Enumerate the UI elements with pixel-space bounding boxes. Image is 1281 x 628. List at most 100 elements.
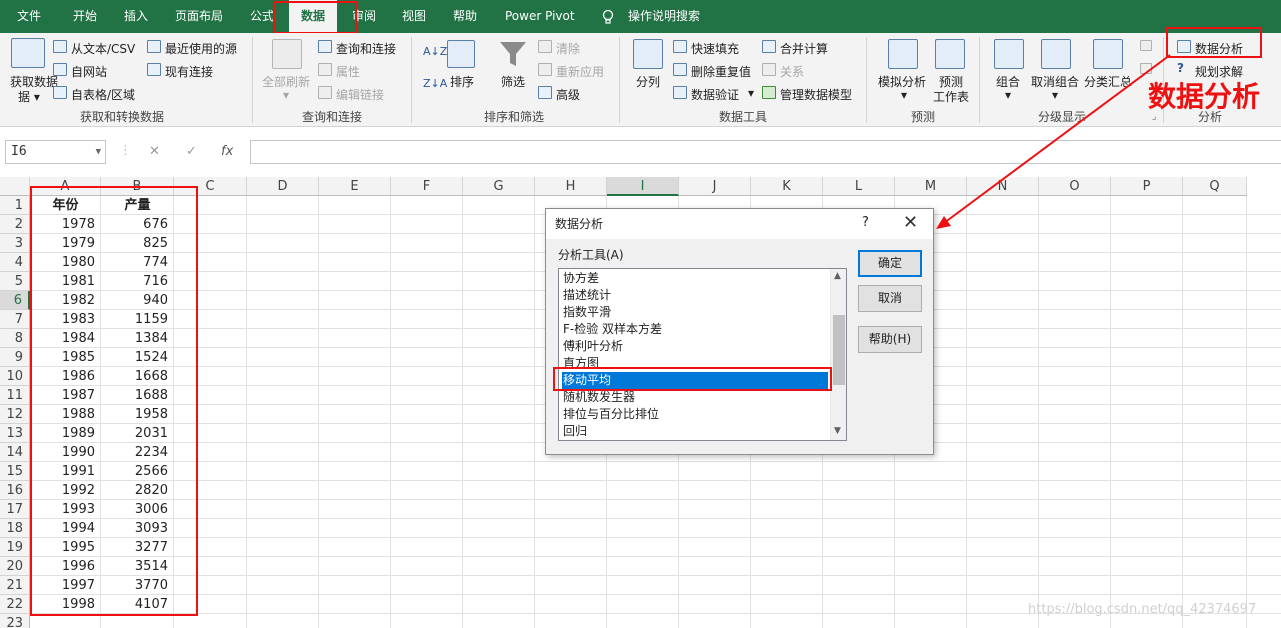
cell-year[interactable]: 1978 [30, 215, 101, 234]
show-detail-icon[interactable] [1140, 40, 1152, 51]
cell-year[interactable]: 1990 [30, 443, 101, 462]
row-header-4[interactable]: 4 [0, 253, 30, 272]
cell-year[interactable]: 1986 [30, 367, 101, 386]
row-header-8[interactable]: 8 [0, 329, 30, 348]
cell-year[interactable]: 1997 [30, 576, 101, 595]
column-header-f[interactable]: F [391, 177, 463, 196]
row-header-7[interactable]: 7 [0, 310, 30, 329]
column-header-g[interactable]: G [463, 177, 535, 196]
column-header-p[interactable]: P [1111, 177, 1183, 196]
column-header-i[interactable]: I [607, 177, 679, 196]
tab-file[interactable]: 文件 [17, 0, 41, 33]
cell-year[interactable]: 1989 [30, 424, 101, 443]
row-header-23[interactable]: 23 [0, 614, 30, 628]
ok-button[interactable]: 确定 [858, 250, 922, 277]
column-header-o[interactable]: O [1039, 177, 1111, 196]
list-item[interactable]: 排位与百分比排位 [562, 406, 828, 423]
row-header-15[interactable]: 15 [0, 462, 30, 481]
cell-output[interactable]: 1688 [101, 386, 174, 405]
tab-view[interactable]: 视图 [402, 0, 426, 33]
sort-desc-icon[interactable]: Z↓A [423, 77, 447, 90]
cell-output[interactable]: 2234 [101, 443, 174, 462]
row-header-18[interactable]: 18 [0, 519, 30, 538]
cell-output[interactable]: 3277 [101, 538, 174, 557]
row-header-12[interactable]: 12 [0, 405, 30, 424]
cell-output[interactable]: 3514 [101, 557, 174, 576]
cell-year[interactable]: 1988 [30, 405, 101, 424]
from-text-csv-button[interactable]: 从文本/CSV [71, 40, 135, 57]
row-header-11[interactable]: 11 [0, 386, 30, 405]
row-header-6[interactable]: 6 [0, 291, 30, 310]
from-web-button[interactable]: 自网站 [71, 63, 107, 80]
cell-output[interactable]: 716 [101, 272, 174, 291]
cell-output[interactable]: 3093 [101, 519, 174, 538]
clear-filter-button[interactable]: 清除 [556, 40, 580, 57]
cell-output[interactable]: 940 [101, 291, 174, 310]
column-header-l[interactable]: L [823, 177, 895, 196]
column-header-b[interactable]: B [101, 177, 174, 196]
sort-asc-icon[interactable]: A↓Z [423, 45, 447, 58]
cell-output[interactable]: 2820 [101, 481, 174, 500]
cancel-icon[interactable]: ✕ [149, 144, 160, 159]
column-header-k[interactable]: K [751, 177, 823, 196]
cell-output[interactable]: 3006 [101, 500, 174, 519]
cell-output[interactable]: 1958 [101, 405, 174, 424]
column-header-d[interactable]: D [247, 177, 319, 196]
cell-output[interactable]: 825 [101, 234, 174, 253]
column-header-h[interactable]: H [535, 177, 607, 196]
text-to-columns-button[interactable]: 分列 [636, 73, 660, 90]
scroll-thumb[interactable] [833, 315, 845, 385]
relationships-button[interactable]: 关系 [780, 63, 804, 80]
cell-output[interactable]: 1384 [101, 329, 174, 348]
row-header-20[interactable]: 20 [0, 557, 30, 576]
scroll-down-icon[interactable]: ▼ [834, 426, 841, 436]
manage-data-model-button[interactable]: 管理数据模型 [780, 86, 852, 103]
cell-year[interactable]: 1982 [30, 291, 101, 310]
list-item[interactable]: 傅利叶分析 [562, 338, 828, 355]
data-validation-button[interactable]: 数据验证 [691, 86, 739, 103]
validation-dropdown-icon[interactable]: ▾ [748, 86, 754, 100]
list-item[interactable]: 协方差 [562, 270, 828, 287]
column-header-c[interactable]: C [174, 177, 247, 196]
remove-duplicates-button[interactable]: 删除重复值 [691, 63, 751, 80]
tab-insert[interactable]: 插入 [124, 0, 148, 33]
reapply-button[interactable]: 重新应用 [556, 63, 604, 80]
column-header-a[interactable]: A [30, 177, 101, 196]
column-header-m[interactable]: M [895, 177, 967, 196]
existing-connections-button[interactable]: 现有连接 [165, 63, 213, 80]
cell-output[interactable]: 1159 [101, 310, 174, 329]
row-header-13[interactable]: 13 [0, 424, 30, 443]
cell-output[interactable]: 1668 [101, 367, 174, 386]
filter-button[interactable]: 筛选 [501, 73, 525, 90]
row-header-2[interactable]: 2 [0, 215, 30, 234]
list-scrollbar[interactable]: ▲ ▼ [830, 269, 846, 440]
subtotal-button[interactable]: 分类汇总 [1084, 73, 1132, 90]
hide-detail-icon[interactable] [1140, 63, 1152, 74]
cell-year[interactable]: 1984 [30, 329, 101, 348]
row-header-5[interactable]: 5 [0, 272, 30, 291]
cell-year[interactable]: 1992 [30, 481, 101, 500]
cell-output[interactable]: 3770 [101, 576, 174, 595]
row-header-3[interactable]: 3 [0, 234, 30, 253]
help-icon[interactable]: ? [862, 215, 869, 230]
column-header-q[interactable]: Q [1183, 177, 1247, 196]
row-header-19[interactable]: 19 [0, 538, 30, 557]
column-header-j[interactable]: J [679, 177, 751, 196]
cell-output[interactable]: 774 [101, 253, 174, 272]
enter-icon[interactable]: ✓ [186, 144, 197, 159]
from-table-button[interactable]: 自表格/区域 [71, 86, 135, 103]
tab-formulas[interactable]: 公式 [250, 0, 274, 33]
row-header-17[interactable]: 17 [0, 500, 30, 519]
help-button[interactable]: 帮助(H) [858, 326, 922, 353]
cell-year[interactable]: 1996 [30, 557, 101, 576]
formula-input[interactable] [250, 140, 1281, 164]
cell-year[interactable]: 1987 [30, 386, 101, 405]
insert-function-icon[interactable]: fx [221, 144, 233, 159]
cell-output[interactable]: 2031 [101, 424, 174, 443]
list-item[interactable]: 随机数发生器 [562, 389, 828, 406]
advanced-filter-button[interactable]: 高级 [556, 86, 580, 103]
tab-help[interactable]: 帮助 [453, 0, 477, 33]
row-header-16[interactable]: 16 [0, 481, 30, 500]
row-header-21[interactable]: 21 [0, 576, 30, 595]
tab-home[interactable]: 开始 [73, 0, 97, 33]
